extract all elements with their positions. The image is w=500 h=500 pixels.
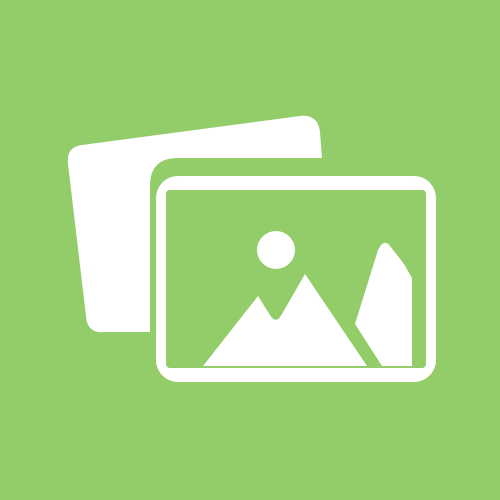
photo-gallery-app-icon: [0, 0, 500, 500]
sun-icon: [257, 231, 295, 269]
photo-gallery-icon: [0, 0, 500, 500]
